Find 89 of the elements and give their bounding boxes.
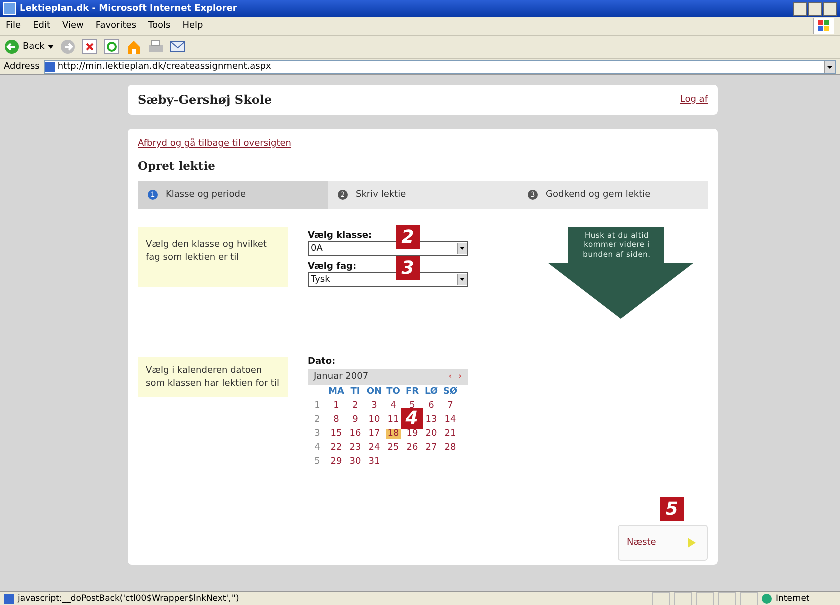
menu-item[interactable]: File	[6, 21, 22, 31]
field-label: Vælg klasse:	[308, 231, 372, 241]
address-label: Address	[4, 62, 40, 72]
windows-flag-icon	[813, 18, 834, 34]
school-name: Sæby-Gershøj Skole	[138, 93, 272, 107]
calendar-day[interactable]: 4	[388, 401, 398, 411]
calendar-day[interactable]: 20	[424, 429, 440, 439]
status-text: javascript:__doPostBack('ctl00$Wrapper$lnkNext','')	[18, 594, 240, 604]
maximize-button[interactable]	[808, 2, 822, 16]
status-pane	[740, 592, 758, 605]
weekday-label: SØ	[443, 387, 458, 397]
status-pane	[718, 592, 736, 605]
menu-item[interactable]: Edit	[33, 21, 50, 31]
menu-item[interactable]: View	[62, 21, 84, 31]
page-icon	[4, 594, 14, 604]
calendar-day[interactable]: 22	[328, 443, 344, 453]
status-pane	[696, 592, 714, 605]
calendar-day[interactable]: 9	[350, 415, 360, 425]
week-number: 4	[314, 443, 320, 453]
week-number: 3	[314, 429, 320, 439]
calendar-day[interactable]: 7	[446, 401, 456, 411]
callout-badge: 3	[396, 256, 420, 280]
menu-item[interactable]: Help	[182, 21, 204, 31]
calendar-day[interactable]: 28	[442, 443, 458, 453]
calendar-day[interactable]: 24	[366, 443, 382, 453]
print-icon[interactable]	[148, 39, 164, 55]
calendar-day[interactable]: 10	[366, 415, 382, 425]
calendar-day[interactable]: 11	[386, 415, 402, 425]
mail-icon[interactable]	[170, 39, 186, 55]
calendar-day[interactable]: 3	[370, 401, 380, 411]
weekday-label: MA	[328, 387, 344, 397]
weekday-label: FR	[406, 387, 420, 397]
page-icon	[44, 62, 55, 72]
minimize-button[interactable]	[793, 2, 807, 16]
menu-item[interactable]: Favorites	[96, 21, 137, 31]
hint-text: Vælg den klasse og hvilket fag som lektien er til	[138, 227, 288, 287]
calendar-day[interactable]: 6	[426, 401, 436, 411]
field-label: Dato:	[308, 357, 336, 367]
next-button[interactable]: Næste	[618, 525, 708, 561]
week-number: 2	[314, 415, 320, 425]
logout-link[interactable]: Log af	[680, 95, 708, 105]
calendar-day[interactable]: 2	[350, 401, 360, 411]
caret-icon	[48, 44, 54, 50]
hint-text: Vælg i kalenderen datoen som klassen har lektien for til	[138, 357, 288, 397]
weekday-label: LØ	[424, 387, 438, 397]
calendar-day[interactable]: 26	[404, 443, 420, 453]
calendar-day[interactable]: 18	[386, 429, 402, 439]
status-pane	[674, 592, 692, 605]
next-month-link[interactable]: ›	[458, 372, 462, 382]
calendar-day[interactable]: 13	[424, 415, 440, 425]
globe-icon	[762, 594, 772, 604]
close-button[interactable]	[823, 2, 837, 16]
month-label: Januar 2007	[314, 372, 370, 382]
callout-badge: 4	[401, 408, 423, 429]
calendar-day[interactable]: 8	[332, 415, 342, 425]
page-heading: Opret lektie	[138, 159, 216, 173]
refresh-icon[interactable]	[104, 39, 120, 55]
field-label: Vælg fag:	[308, 262, 357, 272]
calendar-day[interactable]: 17	[366, 429, 382, 439]
week-number: 1	[314, 401, 320, 411]
weekday-label: TI	[350, 387, 360, 397]
calendar-day[interactable]: 27	[424, 443, 440, 453]
week-number: 5	[314, 457, 320, 467]
calendar-day[interactable]: 5	[408, 401, 418, 411]
callout-badge: 2	[396, 225, 420, 249]
cancel-link[interactable]: Afbryd og gå tilbage til oversigten	[138, 139, 292, 149]
zone-label: Internet	[776, 594, 811, 604]
calendar-day[interactable]: 23	[348, 443, 364, 453]
window-title: Lektieplan.dk - Microsoft Internet Explorer	[20, 4, 238, 14]
menu-item[interactable]: Tools	[148, 21, 171, 31]
calendar-day[interactable]: 16	[348, 429, 364, 439]
stop-icon[interactable]	[82, 39, 98, 55]
back-button[interactable]: Back	[4, 39, 54, 55]
status-pane	[652, 592, 670, 605]
calendar-day[interactable]: 1	[332, 401, 342, 411]
weekday-label: ON	[366, 387, 382, 397]
calendar-day[interactable]: 19	[404, 429, 420, 439]
calendar-day[interactable]: 14	[442, 415, 458, 425]
address-field[interactable]: http://min.lektieplan.dk/createassignment.aspx	[44, 60, 836, 74]
prev-month-link[interactable]: ‹	[448, 372, 452, 382]
callout-badge: 5	[660, 497, 684, 521]
calendar-day[interactable]: 21	[442, 429, 458, 439]
calendar-day[interactable]: 30	[348, 457, 364, 467]
calendar-day[interactable]: 31	[366, 457, 382, 467]
weekday-label: TO	[386, 387, 400, 397]
ie-icon	[3, 2, 16, 15]
calendar-day[interactable]: 29	[328, 457, 344, 467]
calendar-day[interactable]: 15	[328, 429, 344, 439]
calendar-day[interactable]: 25	[386, 443, 402, 453]
